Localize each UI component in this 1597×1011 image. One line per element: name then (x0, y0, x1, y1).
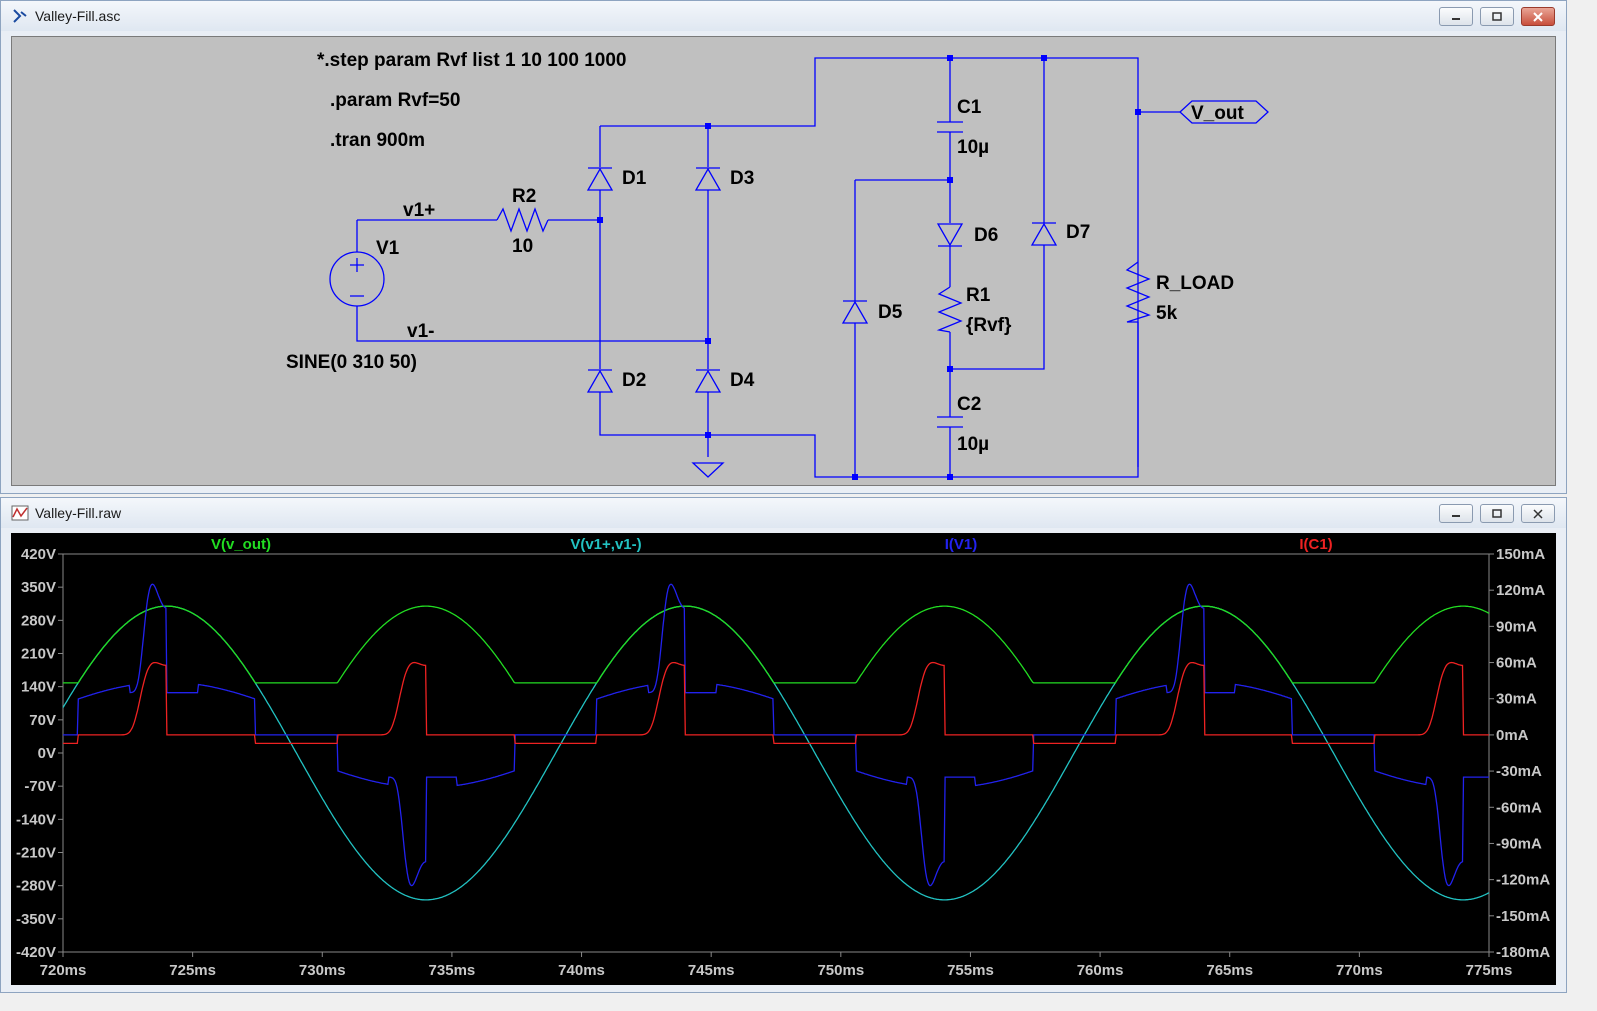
right-axis-label: -30mA (1496, 763, 1542, 780)
trace-legend-label[interactable]: V(v1+,v1-) (570, 536, 641, 553)
x-axis-label: 775ms (1466, 962, 1513, 979)
close-icon (1533, 508, 1543, 519)
r1-label: R1 (966, 285, 991, 306)
d4-diode[interactable] (694, 369, 722, 393)
right-axis-label: -150mA (1496, 908, 1550, 925)
d3-label: D3 (730, 168, 754, 189)
plot-frame (62, 553, 1490, 953)
right-axis-label: 150mA (1496, 546, 1545, 563)
step-directive[interactable]: *.step param Rvf list 1 10 100 1000 (317, 50, 626, 71)
r2-value: 10 (512, 236, 533, 257)
x-axis-label: 760ms (1077, 962, 1124, 979)
waveform-viewer-icon (11, 505, 29, 521)
v1-source[interactable] (329, 251, 385, 307)
d6-label: D6 (974, 225, 998, 246)
left-axis-label: -420V (16, 944, 56, 961)
r2-resistor (496, 207, 549, 233)
rload-value: 5k (1156, 303, 1178, 324)
left-axis-label: 420V (21, 546, 56, 563)
x-axis-label: 740ms (558, 962, 605, 979)
schematic-drawing: *.step param Rvf list 1 10 100 1000 .par… (286, 50, 1269, 480)
d2-diode[interactable] (586, 369, 614, 393)
c1-capacitor (937, 121, 963, 133)
d5-diode[interactable] (841, 300, 869, 324)
right-axis-label: 60mA (1496, 655, 1537, 672)
right-axis-label: 0mA (1496, 727, 1529, 744)
d7-label: D7 (1066, 222, 1090, 243)
right-axis-label: 30mA (1496, 691, 1537, 708)
left-axis-label: 280V (21, 612, 56, 629)
right-axis-label: -90mA (1496, 835, 1542, 852)
d5-label: D5 (878, 302, 903, 323)
right-axis-label: -60mA (1496, 799, 1542, 816)
x-axis-label: 730ms (299, 962, 346, 979)
restore-icon (1492, 508, 1502, 518)
waveform-titlebar[interactable]: Valley-Fill.raw (1, 498, 1566, 528)
trace-v-input (62, 605, 1490, 901)
d6-diode[interactable] (936, 223, 964, 247)
trace-legend-label[interactable]: V(v_out) (211, 536, 271, 553)
waveform-plot[interactable]: 420V 350V 280V 210V 140V 70V 0V -70V -140V -210V -… (11, 533, 1556, 985)
c2-value: 10µ (957, 434, 989, 455)
left-axis-label: -140V (16, 811, 56, 828)
maximize-button[interactable] (1480, 504, 1514, 523)
net-label-v1p: v1+ (403, 200, 435, 221)
d2-label: D2 (622, 370, 646, 391)
rload-label: R_LOAD (1156, 273, 1234, 294)
minimize-icon (1452, 514, 1460, 517)
right-axis-label: -180mA (1496, 944, 1550, 961)
close-button[interactable] (1521, 504, 1555, 523)
left-axis-label: 70V (29, 712, 56, 729)
left-axis-label: -210V (16, 845, 56, 862)
x-axis-label: 755ms (947, 962, 994, 979)
junction-dots (597, 55, 1141, 480)
schematic-window: Valley-Fill.asc *.step param Rvf list 1 … (0, 0, 1567, 494)
schematic-canvas[interactable]: *.step param Rvf list 1 10 100 1000 .par… (11, 36, 1556, 486)
x-axis-label: 725ms (169, 962, 216, 979)
r2-label: R2 (512, 186, 536, 207)
left-axis-label: 210V (21, 646, 56, 663)
d3-diode[interactable] (694, 167, 722, 191)
c1-value: 10µ (957, 137, 989, 158)
trace-legend-label[interactable]: I(V1) (945, 536, 978, 553)
c1-label: C1 (957, 97, 982, 118)
minimize-button[interactable] (1439, 504, 1473, 523)
right-axis-label: 120mA (1496, 582, 1545, 599)
trace-legend-label[interactable]: I(C1) (1299, 536, 1332, 553)
right-axis-label: -120mA (1496, 872, 1550, 889)
ground-symbol (691, 462, 725, 478)
x-axis-label: 750ms (817, 962, 864, 979)
r1-value: {Rvf} (966, 315, 1012, 336)
x-axis-label: 745ms (688, 962, 735, 979)
d4-label: D4 (730, 370, 755, 391)
net-label-v1m: v1- (407, 321, 434, 342)
trace-v-out (63, 605, 1490, 684)
left-axis-label: -70V (24, 778, 56, 795)
x-axis-label: 735ms (429, 962, 476, 979)
left-axis-label: -280V (16, 878, 56, 895)
x-axis-label: 720ms (40, 962, 87, 979)
d1-diode[interactable] (586, 167, 614, 191)
waveform-window: Valley-Fill.raw 420V 350V 280V 210V 140V 70V 0… (0, 497, 1567, 993)
left-axis-label: -350V (16, 911, 56, 928)
x-axis-label: 765ms (1206, 962, 1253, 979)
waveform-chart[interactable]: 420V 350V 280V 210V 140V 70V 0V -70V -140V -210V -… (11, 533, 1556, 985)
trace-i-c1 (63, 661, 1489, 745)
r1-resistor (936, 286, 963, 333)
right-axis-label: 90mA (1496, 618, 1537, 635)
v1-value: SINE(0 310 50) (286, 352, 417, 373)
vout-label: V_out (1191, 103, 1244, 124)
d7-diode[interactable] (1030, 222, 1058, 246)
left-axis-label: 350V (21, 579, 56, 596)
param-directive[interactable]: .param Rvf=50 (330, 90, 460, 111)
v1-label: V1 (376, 238, 400, 259)
c2-capacitor (937, 416, 963, 428)
left-axis-label: 0V (38, 745, 56, 762)
left-axis-label: 140V (21, 679, 56, 696)
tran-directive[interactable]: .tran 900m (330, 130, 425, 151)
x-axis-label: 770ms (1336, 962, 1383, 979)
waveform-window-title: Valley-Fill.raw (35, 505, 122, 521)
c2-label: C2 (957, 394, 981, 415)
d1-label: D1 (622, 168, 647, 189)
